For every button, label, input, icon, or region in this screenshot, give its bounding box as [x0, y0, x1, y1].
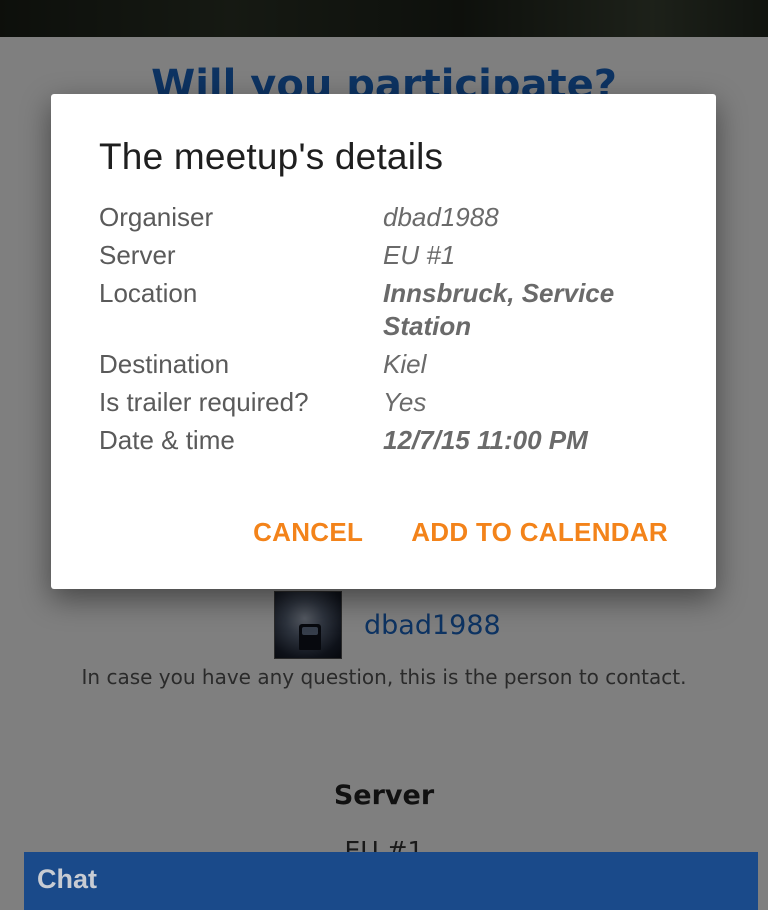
chat-label: Chat	[37, 864, 97, 894]
detail-value: Innsbruck, Service Station	[383, 278, 615, 341]
detail-value: 12/7/15 11:00 PM	[383, 425, 588, 455]
detail-value: Kiel	[383, 349, 427, 379]
detail-value: Yes	[383, 387, 427, 417]
chat-bar[interactable]: Chat	[24, 852, 758, 910]
detail-label: Is trailer required?	[99, 387, 309, 417]
details-list: Organiser dbad1988 Server EU #1 Location…	[99, 201, 679, 462]
meetup-details-dialog: The meetup's details Organiser dbad1988 …	[51, 94, 716, 589]
cancel-button[interactable]: CANCEL	[253, 517, 363, 548]
detail-row-destination: Destination Kiel	[99, 348, 679, 381]
detail-row-location: Location Innsbruck, Service Station	[99, 277, 679, 343]
detail-label: Destination	[99, 349, 230, 379]
dialog-actions: CANCEL ADD TO CALENDAR	[253, 517, 668, 548]
detail-label: Organiser	[99, 202, 214, 232]
detail-row-organiser: Organiser dbad1988	[99, 201, 679, 234]
detail-label: Date & time	[99, 425, 235, 455]
detail-value: EU #1	[383, 240, 456, 270]
detail-label: Location	[99, 278, 198, 308]
add-to-calendar-button[interactable]: ADD TO CALENDAR	[411, 517, 668, 548]
dialog-title: The meetup's details	[99, 136, 444, 177]
detail-row-trailer: Is trailer required? Yes	[99, 386, 679, 419]
detail-label: Server	[99, 240, 176, 270]
detail-value: dbad1988	[383, 202, 499, 232]
detail-row-datetime: Date & time 12/7/15 11:00 PM	[99, 424, 679, 457]
detail-row-server: Server EU #1	[99, 239, 679, 272]
